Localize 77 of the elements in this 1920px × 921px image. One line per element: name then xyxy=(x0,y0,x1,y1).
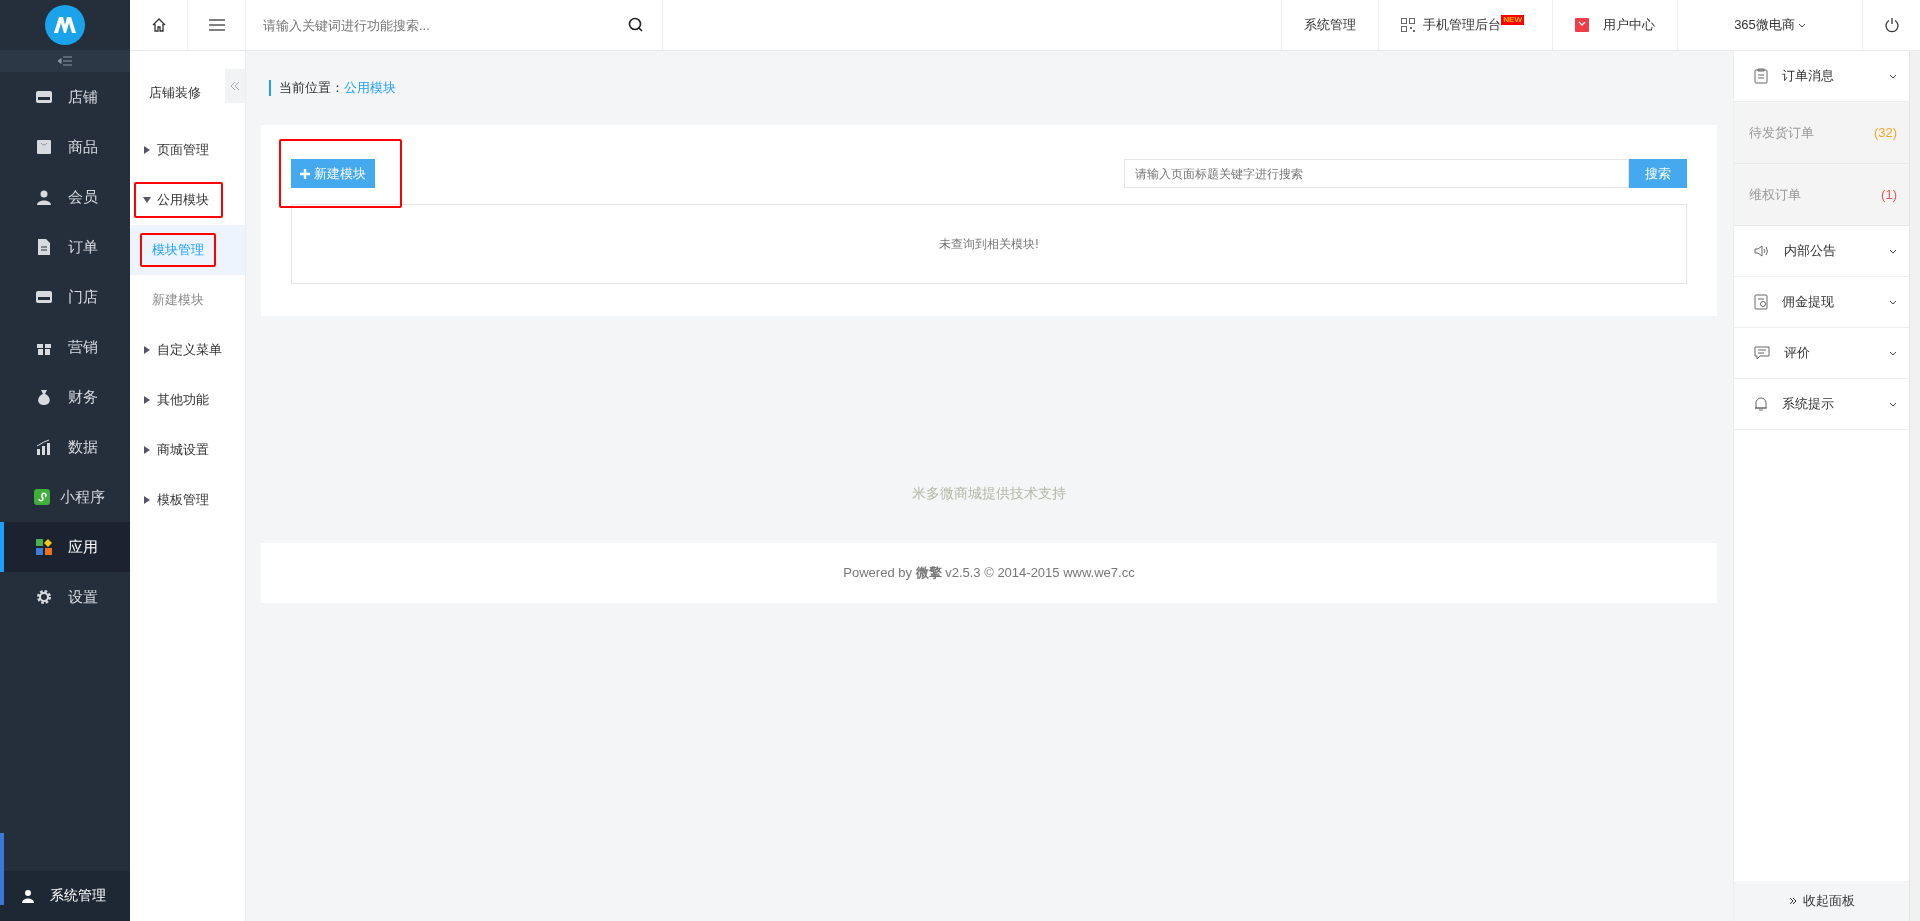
sidebar-item[interactable]: 会员 xyxy=(0,172,130,222)
caret-icon xyxy=(144,496,150,504)
copyright-text: Powered by 微擎 v2.5.3 © 2014-2015 www.we7.cc xyxy=(843,564,1135,582)
submenu-group[interactable]: 公用模块 xyxy=(134,182,223,218)
bar-chart-icon xyxy=(36,439,52,455)
grid-icon xyxy=(36,539,52,555)
collapse-panel-button[interactable]: 收起面板 xyxy=(1734,881,1909,921)
mini-program-icon xyxy=(34,489,50,505)
store-icon xyxy=(36,89,52,105)
sidebar-item[interactable]: 财务 xyxy=(0,372,130,422)
shopping-bag-icon xyxy=(1575,18,1589,32)
header-link[interactable]: 365微电商 xyxy=(1677,0,1862,50)
sidebar-item[interactable]: 订单 xyxy=(0,222,130,272)
bell-icon xyxy=(1754,396,1768,412)
plus-icon xyxy=(300,168,310,179)
sidebar-item[interactable]: 小程序 xyxy=(0,472,130,522)
user-icon xyxy=(22,889,36,903)
sidebar-item[interactable]: 设置 xyxy=(0,572,130,622)
double-chevron-right-icon xyxy=(1788,897,1797,905)
sidebar-item[interactable]: 商品 xyxy=(0,122,130,172)
scroll-indicator xyxy=(0,833,4,905)
system-admin-link[interactable]: 系统管理 xyxy=(0,871,130,921)
caret-icon xyxy=(144,396,150,404)
power-icon xyxy=(1883,17,1900,33)
sidebar-item[interactable]: 数据 xyxy=(0,422,130,472)
search-field[interactable]: 请输入关键词进行功能搜索... xyxy=(246,16,628,34)
chevron-down-icon xyxy=(1889,299,1897,305)
submenu-group[interactable]: 其他功能 xyxy=(134,382,223,418)
logo-icon xyxy=(45,5,85,45)
sidebar-item[interactable]: 应用 xyxy=(0,522,130,572)
qr-code-icon xyxy=(1401,18,1416,32)
count-label: (32) xyxy=(1873,125,1897,140)
search-field[interactable]: 请输入页面标题关键字进行搜索 xyxy=(1124,159,1629,188)
collapse-button[interactable] xyxy=(225,69,245,103)
document-icon xyxy=(36,239,52,255)
empty-message: 未查询到相关模块! xyxy=(939,235,1039,253)
collapse-icon[interactable] xyxy=(58,56,72,66)
header-link[interactable]: 用户中心 xyxy=(1552,0,1677,50)
chevron-down-icon xyxy=(1889,401,1897,407)
money-bag-icon xyxy=(36,389,52,405)
receipt-icon xyxy=(1754,294,1768,310)
bag-icon xyxy=(36,139,52,155)
comment-icon xyxy=(1754,346,1770,360)
caret-icon xyxy=(144,146,150,154)
sidebar-item[interactable]: 营销 xyxy=(0,322,130,372)
header-link[interactable]: 系统管理 xyxy=(1281,0,1379,50)
submenu-group[interactable]: 页面管理 xyxy=(134,132,223,168)
chevron-down-icon xyxy=(1797,22,1806,28)
panel-item-label: 待发货订单 xyxy=(1749,123,1814,142)
panel-item-label: 维权订单 xyxy=(1749,185,1801,204)
caret-icon xyxy=(143,197,151,203)
submenu-item[interactable]: 新建模块 xyxy=(130,275,245,325)
speaker-icon xyxy=(1754,244,1770,258)
submenu-group[interactable]: 自定义菜单 xyxy=(134,332,236,368)
count-label: (1) xyxy=(1881,187,1897,202)
sidebar-item[interactable]: 店铺 xyxy=(0,72,130,122)
breadcrumb-label: 当前位置： xyxy=(269,80,344,96)
search-icon[interactable] xyxy=(628,17,644,33)
user-icon xyxy=(36,189,52,205)
menu-icon xyxy=(208,19,225,31)
clipboard-icon xyxy=(1754,68,1768,84)
scrollbar[interactable] xyxy=(1909,51,1920,921)
caret-icon xyxy=(144,346,150,354)
submenu-title: 店铺装修 xyxy=(149,84,202,102)
settings-icon xyxy=(36,589,52,605)
chevron-down-icon xyxy=(1889,73,1897,79)
chevron-down-icon xyxy=(1889,248,1897,254)
submenu-group[interactable]: 模板管理 xyxy=(134,482,223,518)
new-badge: NEW xyxy=(1501,15,1524,25)
support-text: 米多微商城提供技术支持 xyxy=(911,483,1067,503)
chevron-down-icon xyxy=(1889,350,1897,356)
caret-icon xyxy=(144,446,150,454)
home-icon xyxy=(150,17,167,33)
storefront-icon xyxy=(36,289,52,305)
submenu-group[interactable]: 商城设置 xyxy=(134,432,223,468)
double-chevron-left-icon xyxy=(230,81,240,91)
sidebar-item[interactable]: 门店 xyxy=(0,272,130,322)
